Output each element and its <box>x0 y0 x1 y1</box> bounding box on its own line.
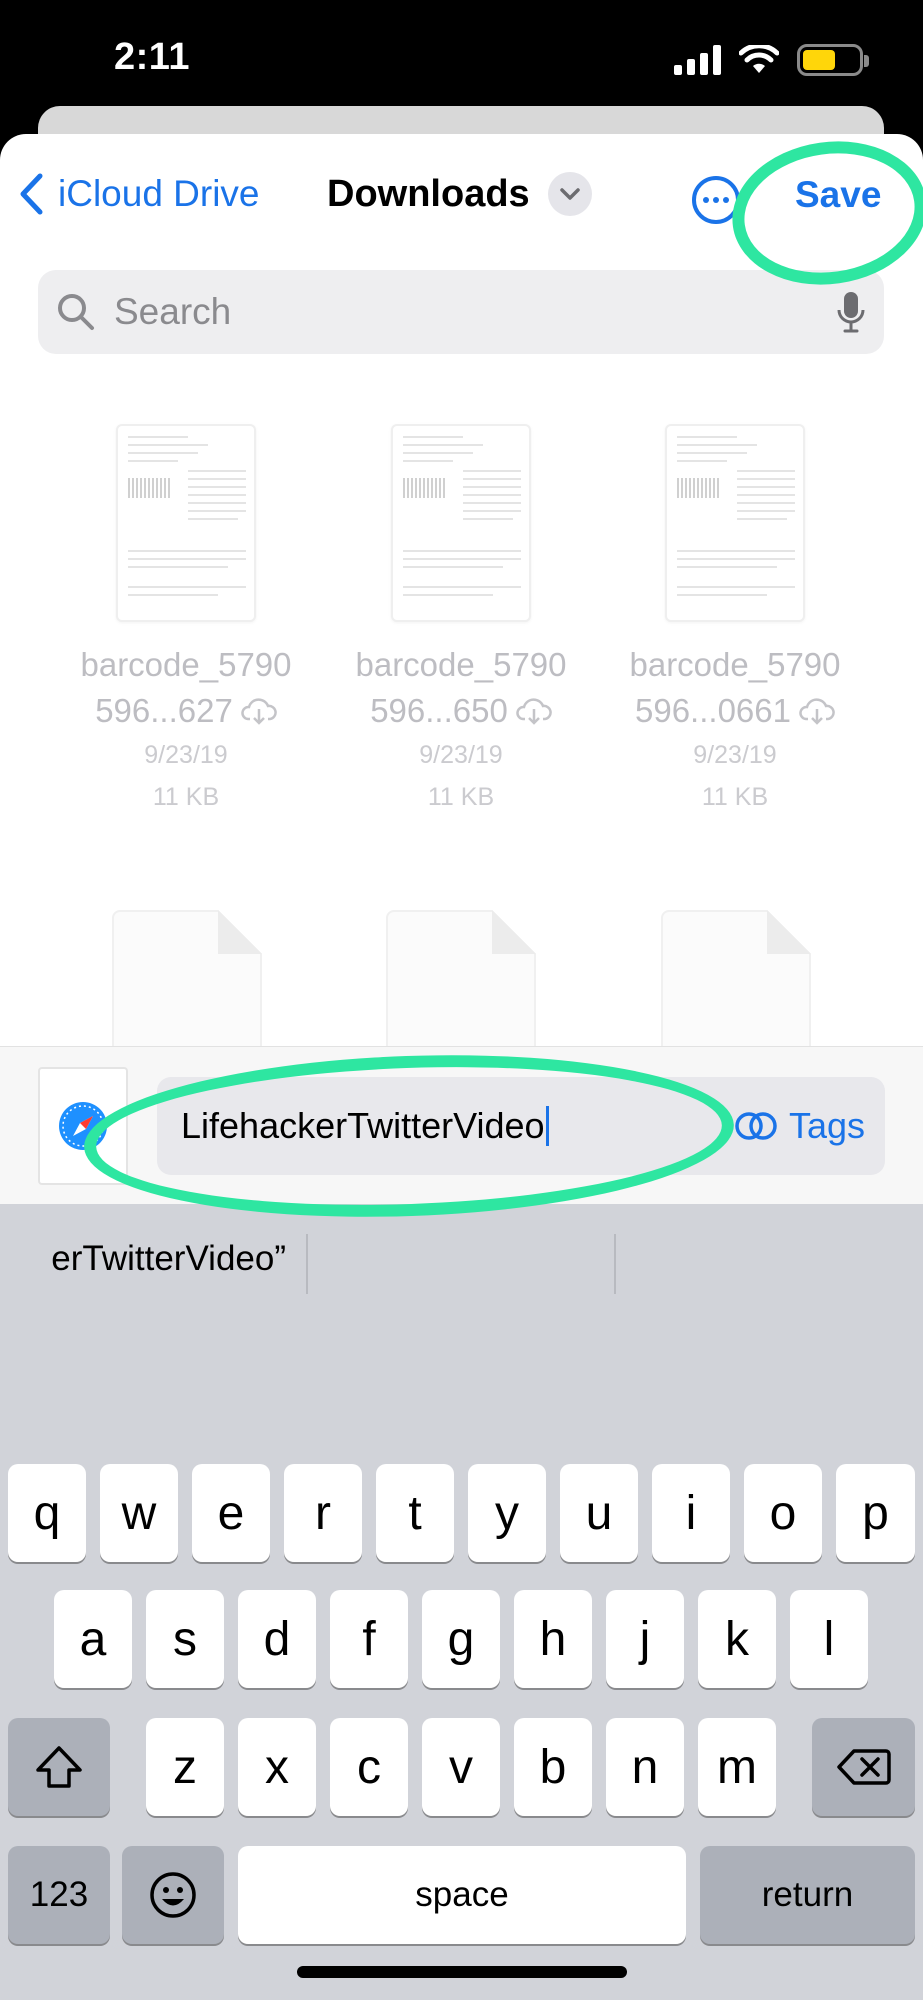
file-size: 11 KB <box>152 783 220 811</box>
key-v[interactable]: v <box>422 1718 500 1816</box>
file-name-truncated: 596...627 <box>95 692 233 729</box>
key-j[interactable]: j <box>606 1590 684 1688</box>
emoji-key[interactable] <box>122 1846 224 1944</box>
file-size: 11 KB <box>427 783 495 811</box>
key-q[interactable]: q <box>8 1464 86 1562</box>
return-key[interactable]: return <box>700 1846 915 1944</box>
file-thumbnail <box>391 424 531 622</box>
file-item[interactable]: barcode_5790 596...0661 9/23/19 11 KB <box>605 424 865 818</box>
suggestion-bar: erTwitterVideo” <box>0 1204 923 1314</box>
key-x[interactable]: x <box>238 1718 316 1816</box>
page-title: Downloads <box>327 172 530 215</box>
suggestion-item[interactable]: erTwitterVideo” <box>0 1204 300 1314</box>
key-i[interactable]: i <box>652 1464 730 1562</box>
key-n[interactable]: n <box>606 1718 684 1816</box>
file-item[interactable]: barcode_5790 596...650 9/23/19 11 KB <box>331 424 591 818</box>
key-s[interactable]: s <box>146 1590 224 1688</box>
file-name: barcode_5790 <box>629 646 841 683</box>
chevron-left-icon <box>20 173 43 215</box>
file-date: 9/23/19 <box>693 741 777 769</box>
tags-label: Tags <box>788 1105 865 1146</box>
key-o[interactable]: o <box>744 1464 822 1562</box>
nav-bar: iCloud Drive Downloads Save <box>0 134 923 264</box>
key-m[interactable]: m <box>698 1718 776 1816</box>
key-z[interactable]: z <box>146 1718 224 1816</box>
key-e[interactable]: e <box>192 1464 270 1562</box>
delete-backspace-icon <box>836 1749 891 1785</box>
battery-icon <box>797 44 869 76</box>
shift-icon <box>36 1746 82 1788</box>
delete-key[interactable] <box>812 1718 915 1816</box>
file-thumbnail <box>665 424 805 622</box>
folder-title-menu[interactable]: Downloads <box>327 172 592 216</box>
status-time: 2:11 <box>114 36 190 78</box>
cellular-signal-icon <box>674 45 721 75</box>
tags-icon <box>735 1112 777 1140</box>
space-key-label: space <box>415 1875 509 1914</box>
wifi-icon <box>739 45 779 73</box>
key-b[interactable]: b <box>514 1718 592 1816</box>
document-placeholder[interactable] <box>661 910 811 1060</box>
numbers-key[interactable]: 123 <box>8 1846 110 1944</box>
file-name: barcode_5790 <box>355 646 567 683</box>
return-key-label: return <box>761 1875 854 1914</box>
file-name-truncated: 596...650 <box>370 692 508 729</box>
key-y[interactable]: y <box>468 1464 546 1562</box>
key-k[interactable]: k <box>698 1590 776 1688</box>
file-name-line2: 596...0661 <box>605 688 865 734</box>
filename-input[interactable]: LifehackerTwitterVideo Tags <box>157 1077 885 1175</box>
file-name-truncated: 596...0661 <box>635 692 791 729</box>
back-label: iCloud Drive <box>58 173 260 214</box>
save-sheet: iCloud Drive Downloads Save Search barco… <box>0 134 923 2000</box>
search-field[interactable]: Search <box>38 270 884 354</box>
file-date: 9/23/19 <box>419 741 503 769</box>
shift-key[interactable] <box>8 1718 110 1816</box>
file-thumbnail <box>116 424 256 622</box>
key-l[interactable]: l <box>790 1590 868 1688</box>
key-c[interactable]: c <box>330 1718 408 1816</box>
suggestion-item[interactable] <box>308 1204 612 1314</box>
key-p[interactable]: p <box>836 1464 915 1562</box>
suggestion-item[interactable] <box>616 1204 923 1314</box>
key-w[interactable]: w <box>100 1464 178 1562</box>
status-bar: 2:11 <box>0 0 923 120</box>
numbers-key-label: 123 <box>29 1875 89 1914</box>
status-icons <box>674 44 869 76</box>
save-button[interactable]: Save <box>795 174 881 216</box>
safari-compass-icon <box>38 1067 128 1185</box>
key-r[interactable]: r <box>284 1464 362 1562</box>
search-icon <box>58 294 94 330</box>
cloud-download-icon <box>241 698 277 725</box>
file-size: 11 KB <box>701 783 769 811</box>
document-placeholder[interactable] <box>386 910 536 1060</box>
cloud-download-icon <box>516 698 552 725</box>
document-placeholder[interactable] <box>112 910 262 1060</box>
emoji-icon <box>150 1872 196 1918</box>
key-a[interactable]: a <box>54 1590 132 1688</box>
search-input[interactable]: Search <box>114 291 836 333</box>
chevron-down-icon <box>547 172 592 216</box>
tags-button[interactable]: Tags <box>733 1105 865 1147</box>
cloud-download-icon <box>799 698 835 725</box>
file-name-line2: 596...650 <box>331 688 591 734</box>
save-bar: LifehackerTwitterVideo Tags <box>0 1046 923 1204</box>
file-name-line2: 596...627 <box>56 688 316 734</box>
more-options-icon[interactable] <box>692 176 740 224</box>
key-f[interactable]: f <box>330 1590 408 1688</box>
file-name: barcode_5790 <box>80 646 292 683</box>
key-h[interactable]: h <box>514 1590 592 1688</box>
file-date: 9/23/19 <box>144 741 228 769</box>
key-t[interactable]: t <box>376 1464 454 1562</box>
home-indicator <box>297 1966 627 1978</box>
file-item[interactable]: barcode_5790 596...627 9/23/19 11 KB <box>56 424 316 818</box>
key-d[interactable]: d <box>238 1590 316 1688</box>
key-u[interactable]: u <box>560 1464 638 1562</box>
back-button[interactable]: iCloud Drive <box>18 172 260 216</box>
text-cursor <box>545 1106 549 1146</box>
microphone-icon[interactable] <box>836 290 866 334</box>
space-key[interactable]: space <box>238 1846 686 1944</box>
filename-text: LifehackerTwitterVideo <box>181 1105 545 1146</box>
keyboard: erTwitterVideo” q w e r t y u i o p a s … <box>0 1204 923 2000</box>
key-g[interactable]: g <box>422 1590 500 1688</box>
